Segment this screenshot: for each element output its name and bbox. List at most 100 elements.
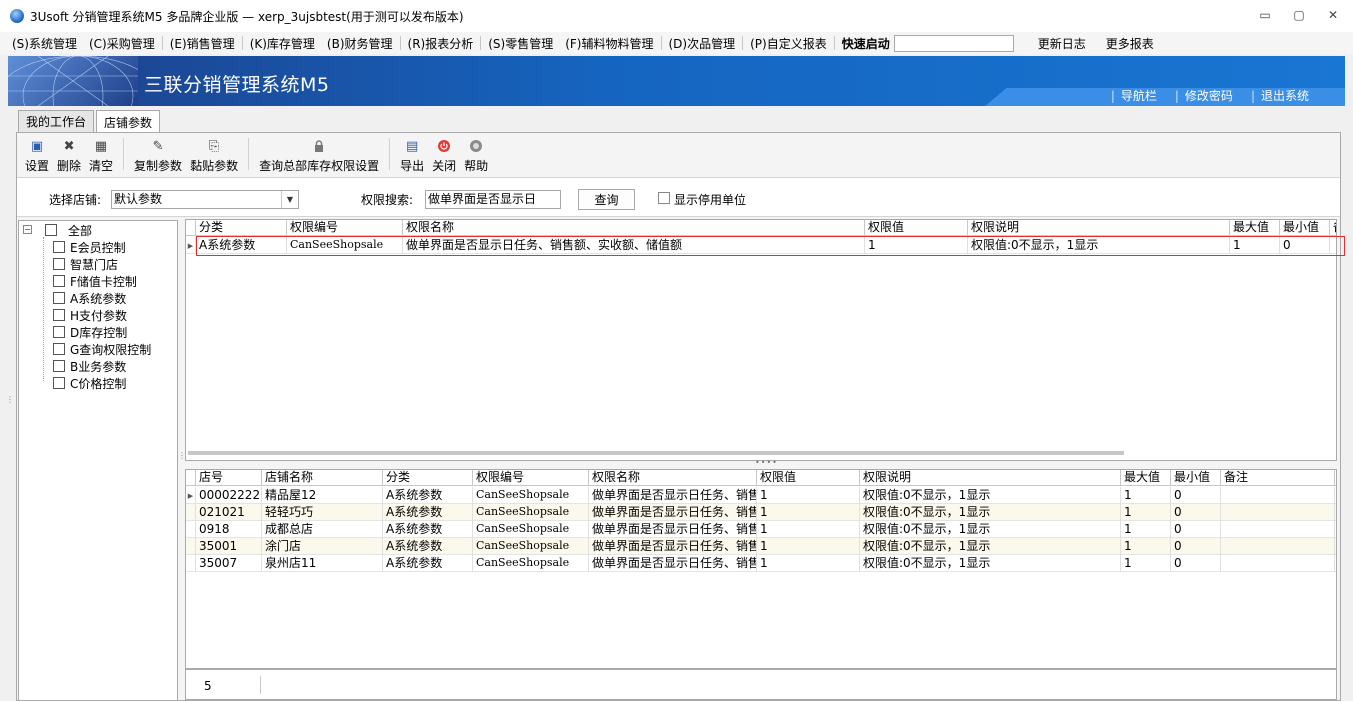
paste-icon: ⎘	[208, 138, 220, 154]
tree-item-all[interactable]: 全部	[45, 222, 92, 238]
app-logo-icon	[10, 9, 24, 23]
help-button-label: 帮助	[464, 159, 489, 173]
table-row[interactable]: ▶ 00002222 精品屋12 A系统参数 CanSeeShopsale 做单…	[186, 487, 1336, 504]
export-icon: ▤	[405, 138, 419, 154]
tree-checkbox[interactable]	[53, 241, 65, 253]
logout-link[interactable]: 退出系统	[1251, 87, 1309, 104]
tree-checkbox[interactable]	[53, 258, 65, 270]
menu-sales[interactable]: (E)销售管理	[164, 35, 241, 52]
menu-inventory[interactable]: (K)库存管理	[244, 35, 321, 52]
show-disabled-checkbox[interactable]	[658, 192, 670, 204]
collapse-icon[interactable]: −	[23, 225, 32, 234]
table-row[interactable]: 0918 成都总店 A系统参数 CanSeeShopsale 做单界面是否显示日…	[186, 521, 1336, 538]
clear-button[interactable]: ▦ 清空	[85, 138, 117, 174]
quick-launch-input[interactable]	[893, 34, 1014, 52]
menu-more-reports[interactable]: 更多报表	[1100, 35, 1160, 52]
tree-item[interactable]: H支付参数	[53, 307, 127, 323]
paste-params-button[interactable]: ⎘ 黏贴参数	[186, 138, 242, 174]
banner-links: 导航栏 修改密码 退出系统	[1111, 87, 1309, 104]
menu-divider	[399, 36, 401, 50]
tree-item-label: 智慧门店	[70, 257, 119, 272]
column-header[interactable]: 最小值	[1171, 470, 1221, 486]
side-splitter-icon[interactable]: ⋮	[6, 396, 14, 404]
menu-purchase[interactable]: (C)采购管理	[83, 35, 161, 52]
tab-workbench[interactable]: 我的工作台	[18, 110, 95, 132]
column-header[interactable]: 权限名称	[403, 220, 865, 236]
grid-splitter-icon[interactable]: ⋮	[178, 451, 187, 460]
permission-search-input[interactable]: 做单界面是否显示日	[425, 190, 561, 209]
table-row[interactable]: 35001 涂门店 A系统参数 CanSeeShopsale 做单界面是否显示日…	[186, 538, 1336, 555]
table-cell: 1	[757, 521, 860, 538]
menu-changelog[interactable]: 更新日志	[1028, 35, 1096, 52]
tree-checkbox[interactable]	[53, 360, 65, 372]
hq-stock-permission-button[interactable]: 查询总部库存权限设置	[255, 138, 383, 174]
table-row[interactable]: 35007 泉州店11 A系统参数 CanSeeShopsale 做单界面是否显…	[186, 555, 1336, 572]
menu-custom-reports[interactable]: (P)自定义报表	[744, 35, 833, 52]
column-header[interactable]: 备	[1330, 220, 1336, 236]
column-header[interactable]: 最大值	[1230, 220, 1280, 236]
column-header[interactable]: 权限说明	[860, 470, 1121, 486]
copy-params-label: 复制参数	[134, 159, 183, 173]
column-header[interactable]: 备注	[1221, 470, 1335, 486]
menu-divider	[480, 36, 482, 50]
export-button[interactable]: ▤ 导出	[396, 138, 428, 174]
save-icon: ▣	[30, 138, 44, 154]
copy-params-button[interactable]: ✎ 复制参数	[130, 138, 186, 174]
help-button[interactable]: 帮助	[460, 138, 492, 174]
close-window-icon[interactable]: ✕	[1325, 8, 1341, 22]
query-button[interactable]: 查询	[578, 189, 635, 210]
help-icon	[468, 138, 484, 154]
tree-item[interactable]: D库存控制	[53, 324, 127, 340]
tree-item[interactable]: 智慧门店	[53, 256, 118, 272]
table-cell: 35001	[196, 538, 262, 555]
menu-reports[interactable]: (R)报表分析	[402, 35, 480, 52]
tree-checkbox[interactable]	[53, 292, 65, 304]
column-header[interactable]: 权限编号	[287, 220, 403, 236]
column-header[interactable]: 最小值	[1280, 220, 1330, 236]
tree-item[interactable]: E会员控制	[53, 239, 126, 255]
table-cell: 1	[1121, 538, 1171, 555]
tree-item[interactable]: A系统参数	[53, 290, 126, 306]
menu-materials[interactable]: (F)辅料物料管理	[559, 35, 659, 52]
menu-system[interactable]: (S)系统管理	[6, 35, 83, 52]
maximize-icon[interactable]: ▢	[1291, 8, 1307, 22]
shop-select[interactable]: 默认参数 ▼	[111, 190, 299, 209]
menu-defects[interactable]: (D)次品管理	[663, 35, 742, 52]
column-header[interactable]: 分类	[196, 220, 287, 236]
table-row[interactable]: 021021 轻轻巧巧 A系统参数 CanSeeShopsale 做单界面是否显…	[186, 504, 1336, 521]
column-header[interactable]: 权限值	[757, 470, 860, 486]
tree-item[interactable]: B业务参数	[53, 358, 126, 374]
tree-checkbox[interactable]	[53, 309, 65, 321]
tree-checkbox[interactable]	[53, 377, 65, 389]
menu-finance[interactable]: (B)财务管理	[321, 35, 399, 52]
table-cell: 做单界面是否显示日任务、销售额	[589, 487, 757, 504]
horizontal-scrollbar[interactable]	[188, 451, 1124, 455]
tree-item[interactable]: G查询权限控制	[53, 341, 151, 357]
column-header[interactable]: 权限说明	[968, 220, 1230, 236]
tree-item[interactable]: F储值卡控制	[53, 273, 137, 289]
tree-item[interactable]: C价格控制	[53, 375, 126, 391]
tree-checkbox[interactable]	[53, 343, 65, 355]
splitter-handle-icon[interactable]: ••••	[755, 458, 778, 467]
tree-checkbox[interactable]	[53, 275, 65, 287]
set-button[interactable]: ▣ 设置	[21, 138, 53, 174]
column-header[interactable]: 权限编号	[473, 470, 589, 486]
menu-divider	[660, 36, 662, 50]
column-header[interactable]: 最大值	[1121, 470, 1171, 486]
delete-button[interactable]: ✖ 删除	[53, 138, 85, 174]
nav-bar-link[interactable]: 导航栏	[1111, 87, 1157, 104]
column-header[interactable]: 分类	[383, 470, 473, 486]
change-password-link[interactable]: 修改密码	[1175, 87, 1233, 104]
column-header[interactable]: 权限名称	[589, 470, 757, 486]
tab-shop-params[interactable]: 店铺参数	[96, 110, 161, 133]
tree-checkbox[interactable]	[45, 224, 57, 236]
column-header[interactable]: 权限值	[865, 220, 968, 236]
close-button[interactable]: 关闭	[428, 138, 460, 174]
minimize-icon[interactable]: ▭	[1257, 8, 1273, 22]
menu-retail[interactable]: (S)零售管理	[482, 35, 559, 52]
delete-icon: ✖	[63, 138, 75, 154]
chevron-down-icon[interactable]: ▼	[281, 191, 298, 208]
tree-checkbox[interactable]	[53, 326, 65, 338]
column-header[interactable]: 店铺名称	[262, 470, 383, 486]
column-header[interactable]: 店号	[196, 470, 262, 486]
